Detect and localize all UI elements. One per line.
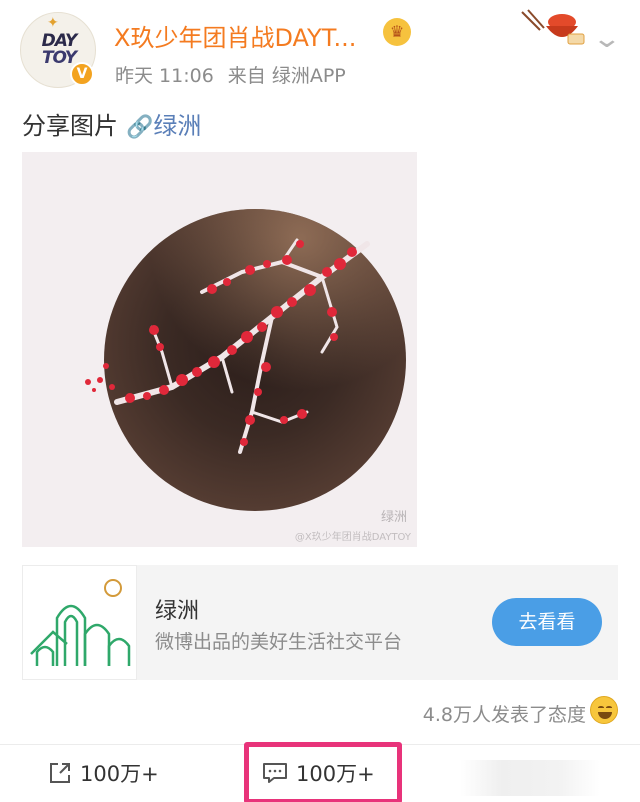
link-icon[interactable]: 🔗 [126, 115, 153, 140]
go-see-button[interactable]: 去看看 [492, 598, 602, 646]
plum-blossom-moon-illustration [85, 209, 406, 511]
app-link-card[interactable]: 绿洲 微博出品的美好生活社交平台 去看看 [22, 565, 618, 680]
image-watermark: 绿洲 [380, 510, 407, 525]
reaction-summary[interactable]: 4.8万人发表了态度 [423, 700, 586, 727]
post-image[interactable]: 绿洲 @X玖少年团肖战DAYTOY [22, 152, 417, 547]
share-icon [50, 763, 70, 783]
like-button-blurred[interactable] [460, 760, 600, 796]
post-header: ✦ DAY TOY V X玖少年团肖战DAYT... ♛ 昨天 11:06 来自 … [0, 0, 640, 100]
comment-highlight-box [244, 742, 402, 802]
post-meta: 昨天 11:06 来自 绿洲APP [115, 61, 346, 88]
oasis-logo [22, 565, 137, 680]
post-text: 分享图片 🔗绿洲 [22, 106, 201, 141]
post-link[interactable]: 绿洲 [153, 112, 201, 140]
chevron-down-icon[interactable]: ⌄ [592, 24, 623, 54]
smile-emoji-icon[interactable] [590, 696, 618, 724]
card-description: 微博出品的美好生活社交平台 [155, 631, 403, 653]
star-deco-icon: ✦ [47, 15, 59, 31]
share-count: 100万+ [80, 762, 159, 786]
image-watermark-sub: @X玖少年团肖战DAYTOY [294, 532, 411, 543]
share-button[interactable]: 100万+ [48, 758, 159, 798]
hotpot-deco-icon [521, 9, 585, 45]
card-title: 绿洲 [155, 599, 200, 624]
author-name[interactable]: X玖少年团肖战DAYT... [114, 18, 356, 53]
verified-badge-icon: V [70, 62, 94, 86]
post-time: 昨天 11:06 [115, 65, 214, 87]
crown-icon[interactable]: ♛ [383, 18, 411, 46]
post-source[interactable]: 来自 绿洲APP [228, 65, 346, 87]
post-body: 分享图片 [22, 112, 118, 140]
